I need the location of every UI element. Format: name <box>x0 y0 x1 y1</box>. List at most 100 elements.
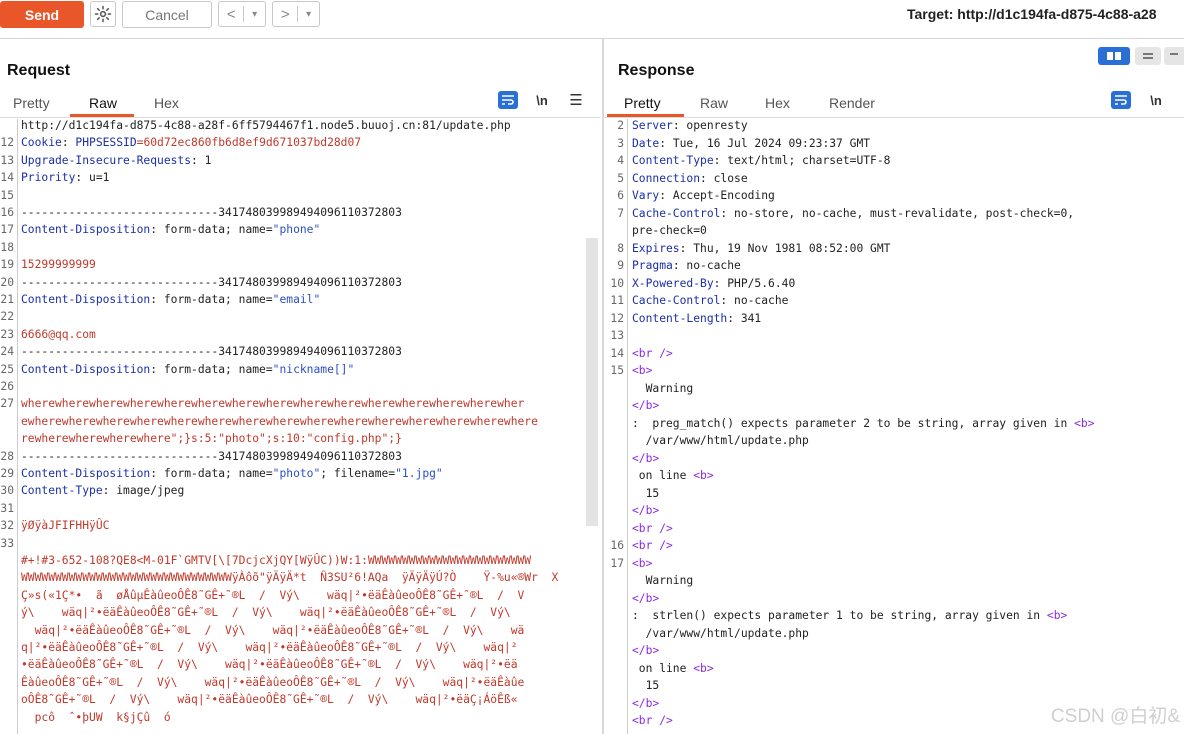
line-number: 28 <box>0 449 14 463</box>
code-token: Vary <box>632 189 660 202</box>
line-number: 21 <box>0 293 14 306</box>
code-line: on line <b> <box>632 469 714 482</box>
line-number: 27 <box>0 397 14 411</box>
pane-divider[interactable] <box>602 39 604 734</box>
request-title: Request <box>7 62 71 79</box>
code-token: Cache-Control <box>632 294 721 307</box>
code-line: </b> <box>632 644 659 657</box>
code-token: on line <box>632 469 694 482</box>
code-token: Content-Length <box>632 311 728 325</box>
tab-response-pretty[interactable]: Pretty <box>624 95 661 111</box>
line-number: 9 <box>617 259 624 272</box>
code-token: : openresty <box>672 119 748 132</box>
code-line: Content-Disposition: form-data; name="em… <box>21 293 320 306</box>
code-token: Expires <box>632 241 680 255</box>
wrap-lines-button[interactable] <box>498 91 518 109</box>
newline-toggle-button[interactable]: \n <box>531 91 553 109</box>
code-token: : 1 <box>191 153 212 167</box>
line-number: 25 <box>0 362 14 376</box>
code-token: Upgrade-Insecure-Requests <box>21 153 192 167</box>
line-number: 12 <box>610 311 624 325</box>
code-token: Content-Disposition <box>21 223 151 237</box>
code-token: "phone" <box>272 223 321 237</box>
code-token: Warning <box>632 381 694 395</box>
code-token: 15299999999 <box>21 258 96 272</box>
code-token: "photo" <box>272 467 321 480</box>
tab-response-render[interactable]: Render <box>829 95 875 111</box>
line-number: 26 <box>0 380 14 393</box>
code-line: -----------------------------34174803998… <box>21 450 402 463</box>
code-line: wäq|²•ëäÊàûeoÔÊ8˜GÊ+˜®L / Vý\ wäq|²•ëäÊà… <box>21 624 525 637</box>
tab-request-hex[interactable]: Hex <box>154 95 179 111</box>
code-token: : Tue, 16 Jul 2024 09:23:37 GMT <box>659 136 871 150</box>
layout-split-button[interactable] <box>1098 47 1130 65</box>
code-token: : strlen() expects parameter 1 to be str… <box>632 609 1047 622</box>
tab-response-hex[interactable]: Hex <box>765 95 790 111</box>
code-token: <br /> <box>632 521 673 535</box>
line-number: 4 <box>617 154 624 167</box>
code-line: #+!#3-652-108?QE8<M-01F`GMTV[\[7DcjcXjQY… <box>21 554 531 567</box>
code-line: -----------------------------34174803998… <box>21 206 402 219</box>
code-token: <b> <box>693 469 714 482</box>
line-number: 14 <box>610 346 624 360</box>
code-line: Upgrade-Insecure-Requests: 1 <box>21 154 211 167</box>
code-token: Priority <box>21 171 76 185</box>
code-token: Cookie <box>21 136 62 150</box>
code-token: ÊàûeoÔÊ8˜GÊ+˜®L / Vý\ wäq|²•ëäÊàûeoÔÊ8˜G… <box>21 675 525 689</box>
code-token: PHPSESSID <box>75 136 137 150</box>
layout-rows-button[interactable] <box>1135 47 1161 65</box>
code-line: Ç»s(«1Ç*• ã øÅûµÊàûeoÔÊ8˜GÊ+˜®L / Vý\ wä… <box>21 589 524 602</box>
code-token: Content-Disposition <box>21 467 151 480</box>
code-line: Content-Type: image/jpeg <box>21 484 184 497</box>
code-line: : preg_match() expects parameter 2 to be… <box>632 417 1095 430</box>
back-button[interactable]: < ▾ <box>218 1 266 27</box>
code-token: </b> <box>632 644 660 657</box>
menu-icon[interactable]: ☰ <box>566 91 586 109</box>
code-line: Cookie: PHPSESSID=60d72ec860fb6d8ef9d671… <box>21 136 361 149</box>
layout-tabs-button[interactable] <box>1164 47 1184 65</box>
line-number: 23 <box>0 327 14 341</box>
code-token: : Accept-Encoding <box>659 189 775 202</box>
line-number: 5 <box>617 171 624 185</box>
code-token: -----------------------------34174803998… <box>21 345 402 359</box>
code-line: oÔÊ8˜GÊ+˜®L / Vý\ wäq|²•ëäÊàûeoÔÊ8˜GÊ+˜®… <box>21 693 518 706</box>
code-line: Date: Tue, 16 Jul 2024 09:23:37 GMT <box>632 137 870 150</box>
columns-icon <box>1107 52 1121 60</box>
send-button[interactable]: Send <box>0 1 84 28</box>
code-token: -----------------------------34174803998… <box>21 275 402 289</box>
cancel-button[interactable]: Cancel <box>122 1 212 28</box>
wrap-lines-icon <box>1115 95 1127 105</box>
code-line: pre-check=0 <box>632 224 707 237</box>
code-token: -----------------------------34174803998… <box>21 449 402 463</box>
line-number: 18 <box>0 240 14 254</box>
response-wrap-lines-button[interactable] <box>1111 91 1131 109</box>
code-token: : u=1 <box>75 171 110 185</box>
code-line: : strlen() expects parameter 1 to be str… <box>632 609 1067 622</box>
settings-button[interactable] <box>90 1 116 27</box>
code-line: <b> <box>632 364 652 377</box>
code-token: "nickname[]" <box>272 362 355 376</box>
code-line: WWWWWWWWWWWWWWWWWWWWWWWWWWWWWWWÿÀôõ"ÿÄÿÄ… <box>21 571 558 584</box>
line-number: 32 <box>0 519 14 533</box>
forward-button[interactable]: > ▾ <box>272 1 320 27</box>
code-token: pre-check=0 <box>632 224 707 237</box>
response-newline-toggle-button[interactable]: \n <box>1145 91 1167 109</box>
code-token: : no-cache <box>672 259 741 272</box>
tab-request-pretty[interactable]: Pretty <box>13 95 50 111</box>
tab-response-raw[interactable]: Raw <box>700 95 728 111</box>
request-scrollbar[interactable] <box>586 238 598 526</box>
code-token: : form-data; name= <box>150 362 273 376</box>
code-token: Content-Disposition <box>21 362 151 376</box>
tab-request-raw[interactable]: Raw <box>89 95 117 111</box>
code-token: ý\ wäq|²•ëäÊàûeoÔÊ8˜GÊ+˜®L / Vý\ wäq|²•ë… <box>21 606 511 620</box>
request-editor[interactable]: http://d1c194fa-d875-4c88-a28f-6ff579446… <box>0 119 590 734</box>
code-line: Expires: Thu, 19 Nov 1981 08:52:00 GMT <box>632 242 890 255</box>
target-label[interactable]: Target: http://d1c194fa-d875-4c88-a28 <box>907 6 1157 22</box>
code-token: 15 <box>632 486 660 500</box>
code-line: /var/www/html/update.php <box>632 627 809 640</box>
code-line: Content-Disposition: form-data; name="ph… <box>21 223 320 236</box>
code-line: Content-Type: text/html; charset=UTF-8 <box>632 154 890 167</box>
response-editor[interactable]: 2 Server: openresty 3 Date: Tue, 16 Jul 202… <box>606 119 1184 734</box>
code-token: : no-store, no-cache, must-revalidate, p… <box>720 206 1075 220</box>
code-token: </b> <box>632 504 660 517</box>
